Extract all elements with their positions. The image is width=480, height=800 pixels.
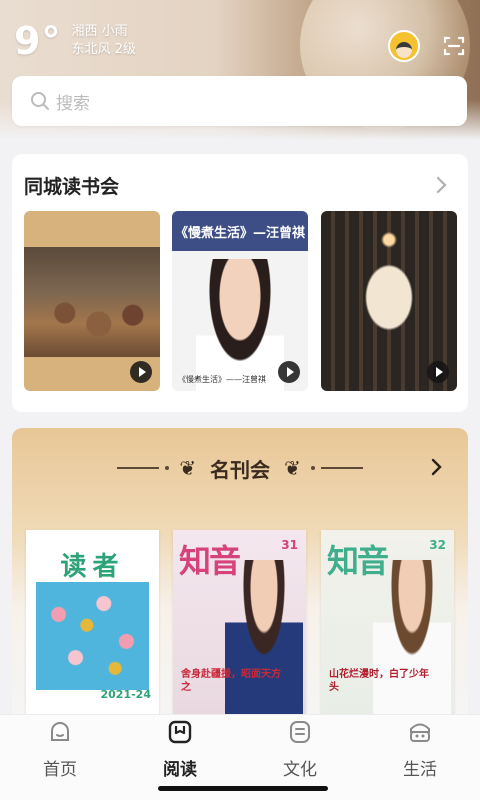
tab-home[interactable]: 首页 [20,719,100,780]
magazine-cover-zhiyin-31[interactable]: 知音 31 舍身赴疆援，昭面天方之 [173,530,306,716]
magazine-name: 知音 [327,542,389,580]
magazine-section-title: 名刊会 [210,457,270,482]
magazine-name: 知音 [179,542,241,580]
divider-dot [165,466,170,470]
reading-club-video-3[interactable] [321,211,457,391]
tab-label: 生活 [403,760,437,780]
search-input[interactable]: 搜索 [12,76,467,126]
tab-label: 首页 [43,760,77,780]
scan-icon[interactable] [442,34,466,58]
temperature: 9° [14,19,62,63]
home-icon [51,722,69,741]
cover-artwork [36,582,149,690]
video-caption: 《慢煮生活》——汪曾祺 [178,375,266,384]
tab-label: 阅读 [163,760,197,780]
magazine-section: ❦ 名刊会 ❦ 读者 2021-24 知音 31 舍身赴疆援，昭面天方之 知音 … [12,428,468,728]
reading-club-video-2[interactable]: 《慢煮生活》—汪曾祺 《慢煮生活》——汪曾祺 [172,211,308,391]
tab-reading[interactable]: 阅读 [140,719,220,780]
play-icon [130,361,152,383]
weather-location-condition: 湘西 小雨 [71,24,128,39]
cover-headline: 舍身赴疆援，昭面天方之 [181,669,281,693]
chevron-right-icon[interactable] [431,458,443,476]
reading-club-card: 同城读书会 《慢煮生活》—汪曾祺 《慢煮生活》——汪曾祺 [12,154,468,412]
weather-widget[interactable]: 9° 湘西 小雨 东北风 2级 [14,22,136,60]
search-placeholder: 搜索 [56,93,90,114]
reading-club-video-1[interactable] [24,211,160,391]
chevron-right-icon[interactable] [436,176,448,194]
weather-wind: 东北风 2级 [71,42,136,57]
scroll-icon [290,721,310,743]
play-icon [427,361,449,383]
magazine-cover-duzhe[interactable]: 读者 2021-24 [26,530,159,716]
home-indicator[interactable] [158,786,328,791]
search-icon [31,92,49,110]
speaker-portrait [196,259,284,391]
avatar[interactable] [388,30,420,62]
magazine-name: 读者 [60,552,125,582]
divider-dot [310,466,315,470]
life-icon [410,723,430,742]
tab-culture[interactable]: 文化 [260,719,340,780]
magazine-issue: 31 [281,538,298,552]
laurel-right-icon: ❦ [284,456,301,480]
tab-life[interactable]: 生活 [380,719,460,780]
cover-headline: 山花烂漫时，白了少年头 [329,669,429,693]
magazine-cover-zhiyin-32[interactable]: 知音 32 山花烂漫时，白了少年头 [321,530,454,716]
book-icon [168,720,192,744]
divider [117,467,160,469]
divider [320,467,363,469]
magazine-issue: 32 [429,538,446,552]
play-icon [278,361,300,383]
reading-club-title: 同城读书会 [24,176,120,198]
reading-club-photo [24,247,160,357]
weather-info: 湘西 小雨 东北风 2级 [71,23,135,59]
magazine-header: ❦ 名刊会 ❦ [12,446,468,490]
laurel-left-icon: ❦ [179,456,196,480]
video-banner-title: 《慢煮生活》—汪曾祺 [172,211,308,251]
tab-label: 文化 [283,760,317,780]
avatar-face-icon [396,42,412,58]
magazine-issue: 2021-24 [100,688,152,701]
